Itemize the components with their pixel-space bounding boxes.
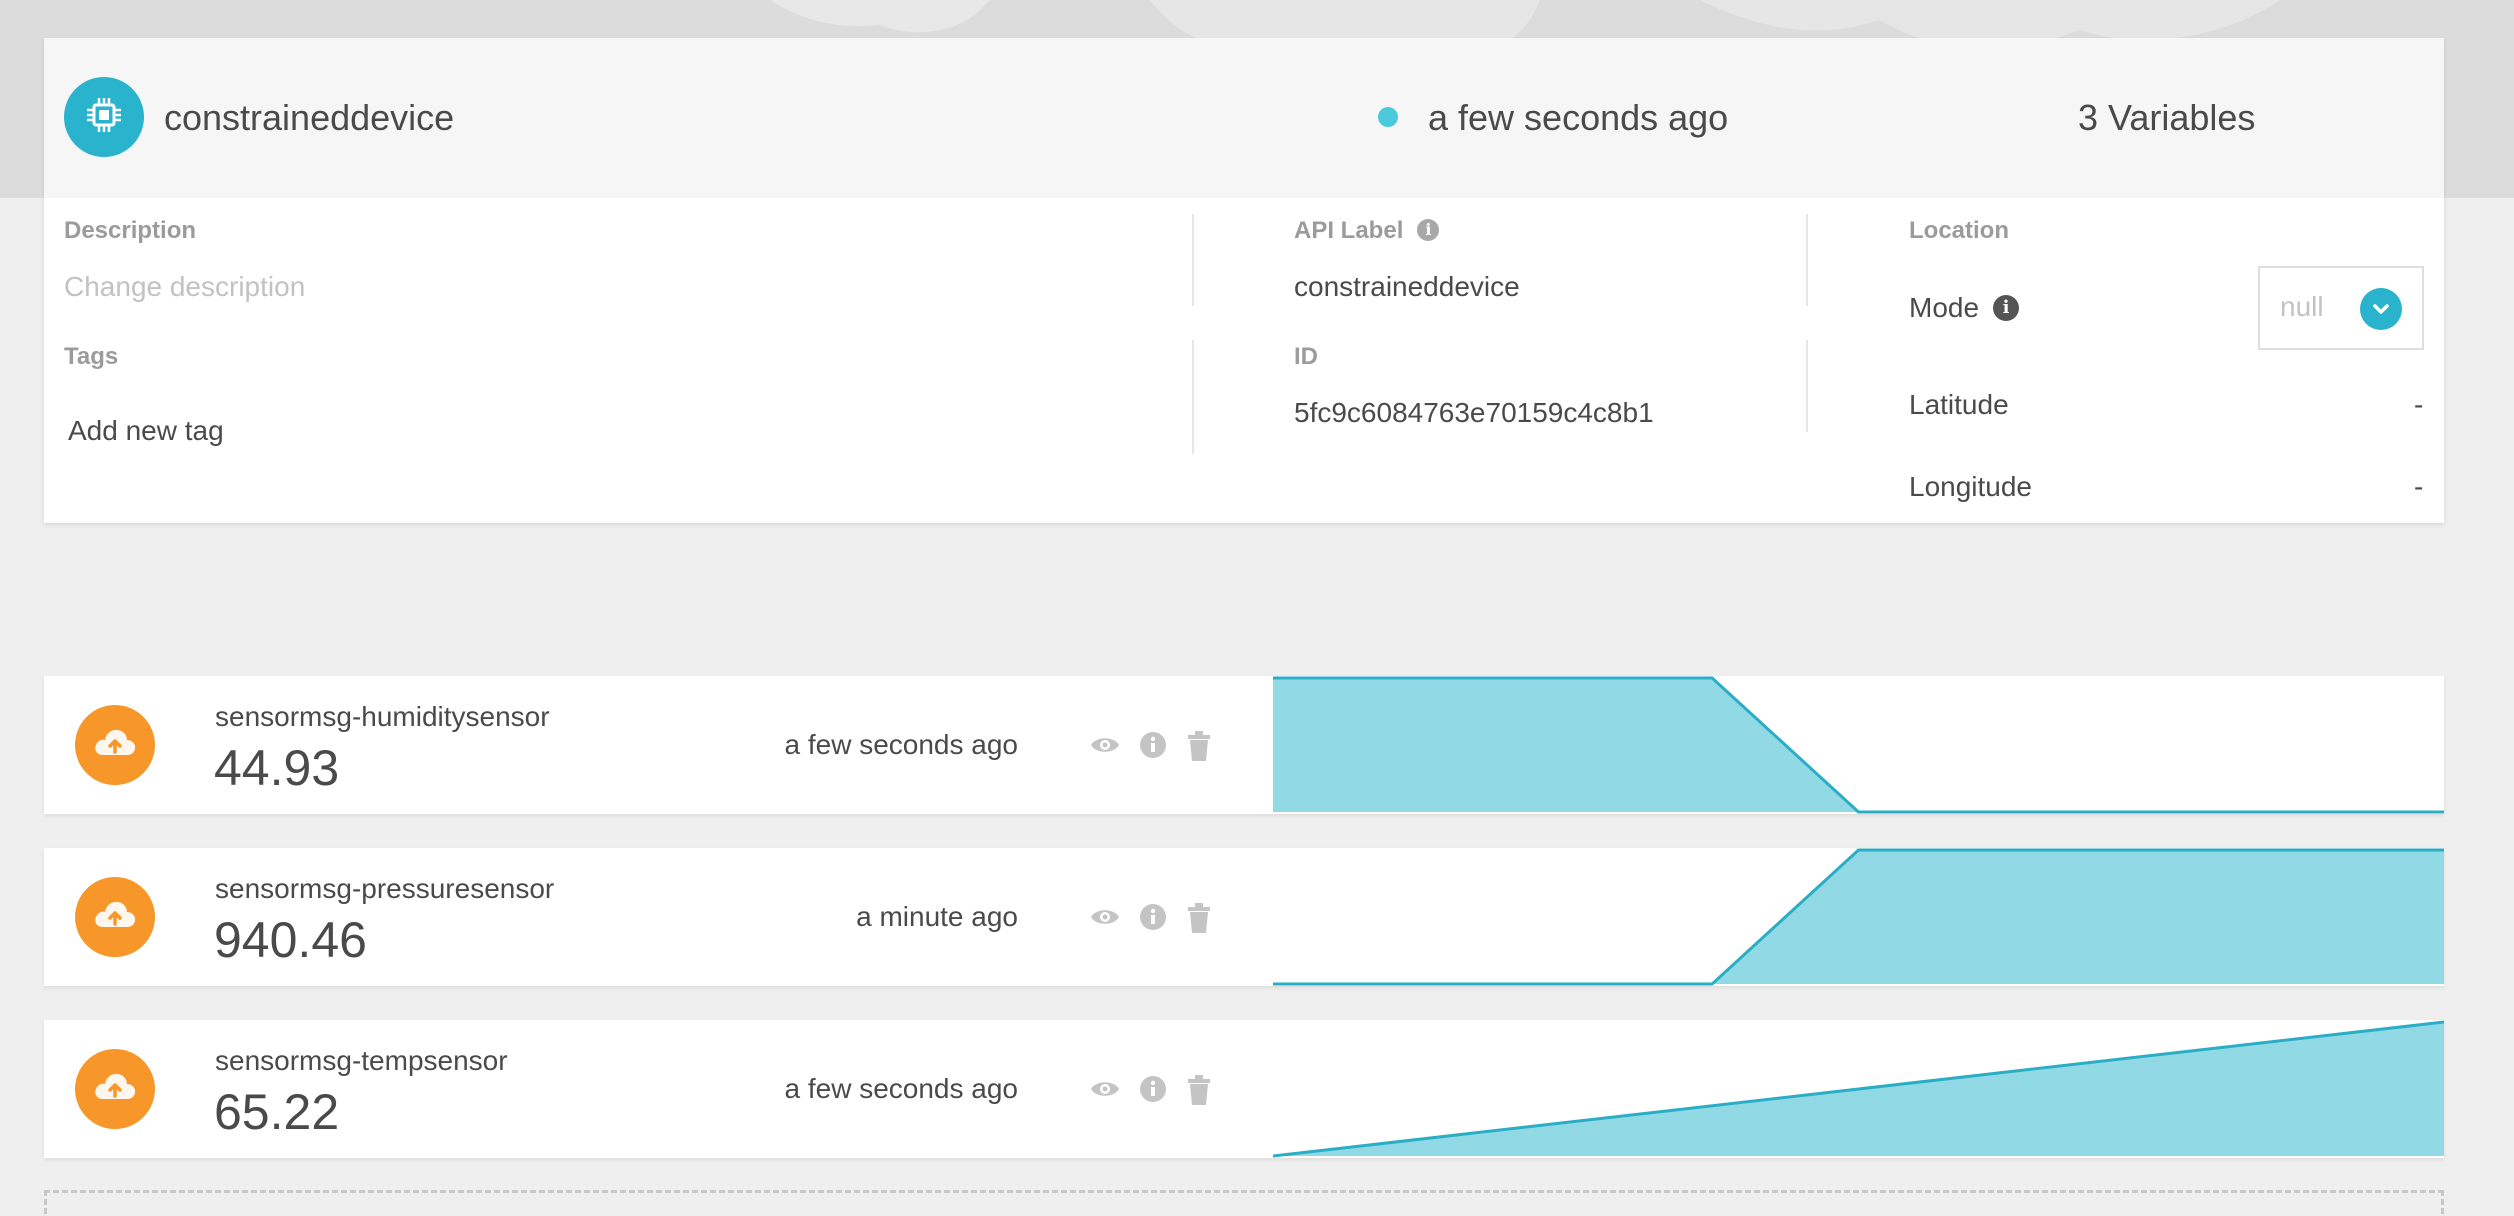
variable-avatar (75, 705, 155, 785)
divider (1806, 340, 1808, 432)
add-variable-area[interactable] (44, 1190, 2444, 1216)
variable-avatar (75, 877, 155, 957)
variable-last-activity: a few seconds ago (784, 1073, 1019, 1104)
description-label: Description (64, 217, 197, 244)
sparkline-area (1273, 850, 2444, 984)
longitude-label: Longitude (1909, 471, 2033, 502)
variable-row[interactable]: sensormsg-tempsensor 65.22 a few seconds… (44, 1020, 2444, 1158)
add-tag-button[interactable]: Add new tag (68, 414, 224, 448)
variable-name[interactable]: sensormsg-humiditysensor (215, 700, 550, 734)
mode-label: Mode i (1909, 291, 2020, 325)
sparkline-chart (1273, 848, 2444, 986)
chip-icon (84, 95, 124, 140)
device-name[interactable]: constraineddevice (164, 96, 454, 140)
location-title: Location (1909, 217, 2009, 244)
status-indicator (1378, 107, 1398, 127)
info-icon[interactable] (1139, 731, 1167, 764)
chevron-down-icon[interactable] (2360, 288, 2402, 330)
eye-icon[interactable] (1089, 903, 1121, 936)
mode-select-value: null (2280, 291, 2324, 322)
variables-count: 3 Variables (2078, 97, 2256, 138)
id-title: ID (1294, 343, 1318, 370)
api-label-value[interactable]: constraineddevice (1294, 270, 1520, 304)
device-card: constraineddevice a few seconds ago 3 Va… (44, 38, 2444, 523)
cloud-upload-icon (91, 723, 139, 768)
eye-icon[interactable] (1089, 1075, 1121, 1108)
divider (1806, 214, 1808, 306)
mode-select[interactable]: null (2258, 266, 2424, 350)
eye-icon[interactable] (1089, 731, 1121, 764)
description-field[interactable]: Change description (64, 270, 305, 304)
sparkline-area (1273, 678, 2444, 812)
info-icon[interactable] (1139, 903, 1167, 936)
api-label-title: API Label i (1294, 216, 1440, 246)
variable-value: 44.93 (214, 740, 340, 796)
divider (1192, 214, 1194, 306)
sparkline-chart (1273, 676, 2444, 814)
trash-icon[interactable] (1186, 1075, 1212, 1110)
trash-icon[interactable] (1186, 903, 1212, 938)
variable-row[interactable]: sensormsg-pressuresensor 940.46 a minute… (44, 848, 2444, 986)
longitude-value: - (2414, 471, 2424, 502)
cloud-upload-icon (91, 895, 139, 940)
info-icon[interactable]: i (1993, 294, 2020, 321)
variable-name[interactable]: sensormsg-pressuresensor (215, 872, 554, 906)
variable-row[interactable]: sensormsg-humiditysensor 44.93 a few sec… (44, 676, 2444, 814)
trash-icon[interactable] (1186, 731, 1212, 766)
variable-last-activity: a minute ago (856, 901, 1018, 932)
api-label-title-text: API Label (1294, 217, 1404, 244)
variable-value: 940.46 (214, 912, 367, 968)
variable-last-activity: a few seconds ago (784, 729, 1019, 760)
variable-avatar (75, 1049, 155, 1129)
device-header: constraineddevice a few seconds ago 3 Va… (44, 38, 2444, 198)
cloud-upload-icon (91, 1067, 139, 1112)
id-value: 5fc9c6084763e70159c4c8b1 (1294, 397, 1654, 428)
info-icon[interactable] (1139, 1075, 1167, 1108)
latitude-value: - (2414, 389, 2424, 420)
last-activity-text: a few seconds ago (1428, 97, 1729, 138)
variable-value: 65.22 (214, 1084, 340, 1140)
mode-label-text: Mode (1909, 292, 1980, 323)
sparkline-chart (1273, 1020, 2444, 1158)
latitude-label: Latitude (1909, 389, 2009, 420)
info-icon[interactable]: i (1417, 218, 1440, 241)
device-avatar (64, 77, 144, 157)
tags-label: Tags (64, 343, 119, 370)
divider (1192, 340, 1194, 454)
variable-name[interactable]: sensormsg-tempsensor (215, 1044, 508, 1078)
